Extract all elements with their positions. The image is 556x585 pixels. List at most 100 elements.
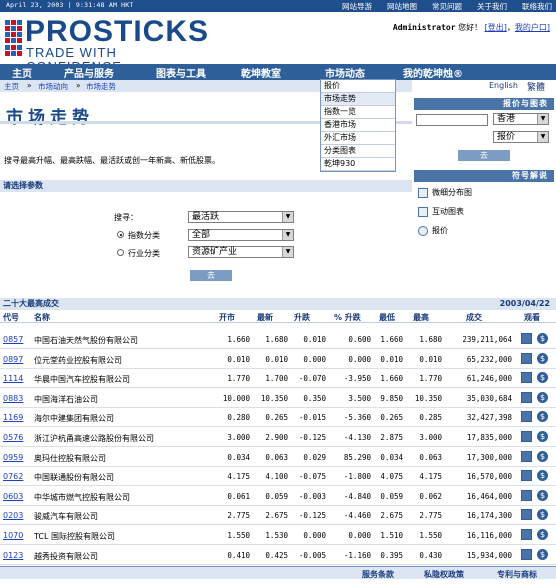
top-link-guide[interactable]: 网站导游 [342,1,372,12]
nav-my[interactable]: 我的乾坤烛® [403,65,463,80]
top-link-sitemap[interactable]: 网站地图 [387,1,417,12]
menu-item-charts[interactable]: 分类图表 [321,145,395,158]
cell-low: 0.034 [380,452,403,462]
lang-traditional[interactable]: 繁體 [527,80,545,93]
dollar-quote-icon[interactable]: $ [537,450,548,462]
chart-icon[interactable] [521,411,532,423]
stock-code-link[interactable]: 0762 [3,472,23,481]
top-link-about[interactable]: 关于我们 [477,1,507,12]
index-select[interactable]: 全部 ▼ [188,229,294,241]
type-select-value: 报价 [497,132,516,142]
stock-name: 中国石油天然气股份有限公司 [34,336,138,345]
legend-header: 符号解说 [414,170,554,182]
cell-low: 0.059 [380,491,403,501]
lang-english[interactable]: English [489,81,518,90]
menu-item-indices[interactable]: 指数一览 [321,106,395,119]
user-line: Administrator 您好！ [登出]，我的户口] [393,22,550,33]
interactive-chart-icon [418,206,428,217]
quote-go-button[interactable]: 去 [458,150,510,161]
page-title: 市场走势 [6,108,94,128]
cell-high: 2.775 [419,511,442,521]
stock-code-link[interactable]: 0857 [3,335,23,344]
menu-item-trends[interactable]: 市场走势 [321,93,395,106]
nav-products[interactable]: 产品与服务 [64,65,114,80]
top-link-contact[interactable]: 联络我们 [522,1,552,12]
market-select[interactable]: 香港 ▼ [493,113,549,125]
stock-code-link[interactable]: 0959 [3,453,23,462]
crumb-home[interactable]: 主页 [4,81,19,92]
stock-code-link[interactable]: 1070 [3,531,23,540]
cell-chg: -0.070 [298,374,326,384]
footer-patent[interactable]: 专利与商标 [497,569,537,580]
dollar-quote-icon[interactable]: $ [537,529,548,540]
cell-last: 0.265 [265,413,288,423]
dollar-quote-icon[interactable]: $ [537,548,548,560]
industry-select[interactable]: 资源矿产业 ▼ [188,246,294,258]
dollar-quote-icon[interactable]: $ [537,431,548,442]
crumb-section[interactable]: 市场动向 [38,81,68,92]
dollar-quote-icon[interactable]: $ [537,333,548,344]
cell-last: 1.680 [265,335,288,344]
menu-item-quote[interactable]: 报价 [321,80,395,93]
stock-code-link[interactable]: 0897 [3,355,23,364]
cell-open: 0.410 [227,550,250,560]
cell-last: 0.425 [265,550,288,560]
col-vol: 成交 [466,313,482,322]
type-select[interactable]: 报价 ▼ [493,131,549,143]
stock-code-link[interactable]: 0576 [3,433,23,442]
stock-code-link[interactable]: 1169 [3,413,23,422]
chart-icon[interactable] [521,333,532,344]
cell-low: 1.660 [380,374,403,384]
industry-radio[interactable] [117,249,124,256]
dollar-quote-icon[interactable]: $ [537,372,548,384]
chart-icon[interactable] [521,431,532,442]
nav-charts[interactable]: 图表与工具 [156,65,206,80]
footer-privacy[interactable]: 私隐权政策 [424,569,464,580]
cell-chg: -0.125 [298,433,326,442]
chart-icon[interactable] [521,391,532,403]
stock-code-link[interactable]: 0203 [3,511,23,520]
dollar-quote-icon[interactable]: $ [537,489,548,501]
footer-terms[interactable]: 服务条款 [362,569,394,580]
cell-high: 1.770 [419,374,442,384]
cell-low: 4.075 [380,472,403,482]
chart-icon[interactable] [521,529,532,540]
nav-market[interactable]: 市场动态 [325,65,365,80]
menu-item-hk[interactable]: 香港市场 [321,119,395,132]
chart-icon[interactable] [521,470,532,482]
nav-classroom[interactable]: 乾坤教室 [241,65,281,80]
chart-icon[interactable] [521,372,532,384]
cell-chg: -0.125 [298,511,326,521]
chart-icon[interactable] [521,509,532,521]
stock-code-link[interactable]: 0883 [3,394,23,403]
chevron-down-icon: ▼ [282,230,293,240]
top-link-faq[interactable]: 常见问题 [432,1,462,12]
search-select[interactable]: 最活跃 ▼ [188,211,294,223]
cell-low: 1.510 [380,531,403,540]
my-account-link[interactable]: 我的户口] [515,23,550,32]
market-dropdown: 报价 市场走势 指数一览 香港市场 外汇市场 分类图表 乾坤930 [320,79,396,172]
menu-item-930[interactable]: 乾坤930 [321,158,395,171]
dollar-quote-icon[interactable]: $ [537,352,548,364]
stock-code-link[interactable]: 1114 [3,374,23,383]
dollar-quote-icon[interactable]: $ [537,411,548,423]
logo[interactable]: PROSTICKS TRADE WITH CONFIDENCE [5,16,208,74]
stock-code-link[interactable]: 0603 [3,492,23,501]
symbol-input[interactable] [416,114,488,126]
chart-icon[interactable] [521,450,532,462]
chart-icon[interactable] [521,548,532,560]
logout-link[interactable]: [登出] [485,23,507,32]
table-date: 2003/04/22 [499,299,550,308]
index-radio[interactable] [117,231,124,238]
crumb-page[interactable]: 市场走势 [86,81,116,92]
dollar-quote-icon[interactable]: $ [537,470,548,482]
table-row: 0203 骏威汽车有限公司 2.775 2.675 -0.125 -4.460 2.675 2… [0,506,556,526]
stock-code-link[interactable]: 0123 [3,551,23,560]
chart-icon[interactable] [521,352,532,364]
params-go-button[interactable]: 去 [190,270,232,281]
nav-home[interactable]: 主页 [12,65,32,80]
menu-item-fx[interactable]: 外汇市场 [321,132,395,145]
dollar-quote-icon[interactable]: $ [537,509,548,521]
chart-icon[interactable] [521,489,532,501]
dollar-quote-icon[interactable]: $ [537,391,548,403]
